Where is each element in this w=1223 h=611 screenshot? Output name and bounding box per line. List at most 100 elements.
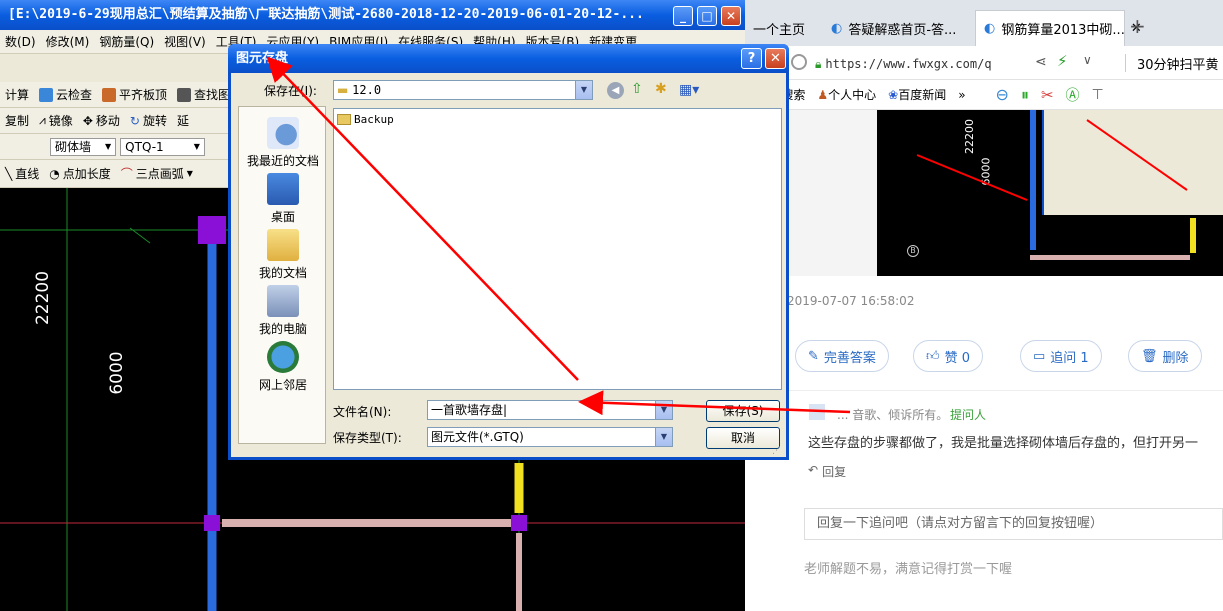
arc-label: 三点画弧 [135,167,184,181]
maximize-button[interactable]: □ [697,6,717,26]
question-image[interactable]: B 22200 6000 [787,110,1223,276]
dialog-title: 图元存盘 [236,51,289,66]
follow-up-button[interactable]: ▭ 追问 1 [1020,340,1102,372]
reply-link[interactable]: ↶ 回复 [808,463,846,480]
delete-button[interactable]: 🗑︎ 删除 [1128,340,1202,372]
lock-icon: 🔒︎ [815,56,822,71]
documents-folder-icon [267,229,299,261]
scissors-icon[interactable]: ✂ [1041,86,1054,104]
line-icon: ╲ [5,166,13,181]
save-in-value: 12.0 [352,83,382,97]
move-button[interactable]: ✥ 移动 [78,112,125,129]
align-slab-label: 平齐板顶 [119,88,168,102]
cad-title-bar: [E:\2019-6-29现用总汇\预结算及抽筋\广联达抽筋\测试-2680-2… [0,0,745,30]
button-label: 删除 [1162,350,1189,366]
minimize-button[interactable]: _ [673,6,693,26]
component-value: QTQ-1 [125,139,164,154]
extend-button[interactable]: 延 [172,112,194,129]
rotate-button[interactable]: ↻ 旋转 [125,112,172,129]
tab-favicon-icon: ◐ [984,21,996,36]
menu-item-modify[interactable]: 修改(M) [41,33,95,50]
place-label: 网上邻居 [258,378,307,392]
three-point-arc-button[interactable]: ⌒ 三点画弧 ▼ [116,165,198,182]
translate-icon[interactable]: Ⓐ [1066,85,1080,105]
point-length-label: 点加长度 [62,167,111,181]
improve-answer-button[interactable]: ✎ 完善答案 [795,340,889,372]
place-recent[interactable]: 我最近的文档 [239,117,327,169]
bookmark-baidu-news[interactable]: ❀百度新闻 [888,86,946,103]
tab-rebar[interactable]: ◐ 钢筋算量2013中砌... ✕ [975,10,1142,46]
column-node[interactable] [204,515,220,531]
line-label: 直线 [15,167,40,181]
bookmarks-more-button[interactable]: » [958,88,965,102]
chevron-down-icon: ▼ [193,142,200,151]
save-element-dialog: 图元存盘 ? ✕ 保存在(I): ▬ 12.0 ▼ ◀ ⇧ ✱ ▦▾ 我最近的文… [228,44,789,460]
view-menu-icon[interactable]: ▦▾ [679,82,699,98]
place-my-documents[interactable]: 我的文档 [239,229,327,281]
dialog-close-button[interactable]: ✕ [765,48,786,69]
filename-input[interactable]: 一首歌墙存盘| ▼ [427,400,673,420]
save-in-select[interactable]: ▬ 12.0 ▼ [333,80,593,100]
share-icon[interactable]: ⋖ [1035,54,1047,70]
tab-home[interactable]: 一个主页 [745,10,813,46]
url-text: https://www.fwxgx.com/q [825,57,992,71]
dim-label-total: 22200 [33,271,53,325]
chevron-down-icon: ▼ [655,401,672,419]
thumb-up-icon: 👍︎ [926,348,940,364]
binoculars-icon [177,87,192,102]
post-timestamp: 2019-07-07 16:58:02 [787,294,915,308]
reply-input[interactable]: 回复一下追问吧（请点对方留言下的回复按钮喔） [804,508,1223,540]
menu-item-view[interactable]: 视图(V) [159,33,211,50]
bookmark-user-center[interactable]: ♟个人中心 [817,86,876,103]
place-my-computer[interactable]: 我的电脑 [239,285,327,337]
file-item-folder[interactable]: Backup [337,113,394,126]
mirror-button[interactable]: ⩘ 镜像 [34,112,78,129]
minus-circle-icon[interactable]: ⊖ [996,85,1009,104]
place-network[interactable]: 网上邻居 [239,341,327,393]
cloud-check-button[interactable]: 云检查 [34,86,97,103]
chevron-down-icon: ▼ [105,142,112,151]
back-icon[interactable]: ◀ [607,82,624,99]
layer-select[interactable]: 砌体墙 ▼ [50,137,117,156]
commenter-name[interactable]: ... 音歌、倾诉所有。 [837,406,948,423]
save-in-label: 保存在(I): [264,84,317,98]
shirt-icon[interactable]: ⊤ [1092,87,1104,103]
pause-circle-icon[interactable]: ⏸︎ [1021,85,1029,105]
menu-item-draw[interactable]: 数(D) [0,33,41,50]
chevron-down-icon[interactable]: ∨ [1083,53,1092,67]
up-folder-icon[interactable]: ⇧ [631,81,643,97]
extend-label: 延 [176,114,189,128]
avatar[interactable] [809,404,825,420]
copy-button[interactable]: 复制 [0,112,34,129]
save-button[interactable]: 保存(S) [706,400,780,422]
filetype-label: 保存类型(T): [333,431,402,445]
help-button[interactable]: ? [741,48,762,69]
column-node[interactable] [511,515,527,531]
new-folder-icon[interactable]: ✱ [655,81,667,97]
cloud-check-icon [39,87,54,102]
mirror-label: 镜像 [48,114,73,128]
lightning-icon[interactable]: ⚡ [1057,52,1068,70]
url-field[interactable]: 🔒︎ https://www.fwxgx.com/q [815,54,1025,74]
filetype-select[interactable]: 图元文件(*.GTQ) ▼ [427,427,673,447]
like-button[interactable]: 👍︎ 赞 0 [913,340,983,372]
line-button[interactable]: ╲ 直线 [0,165,44,182]
menu-item-rebar[interactable]: 钢筋量(Q) [94,33,159,50]
point-length-button[interactable]: ◔ 点加长度 [44,165,116,182]
filename-value: 一首歌墙存盘| [431,403,508,417]
file-list[interactable]: Backup [333,108,782,390]
thumb-arrow [1086,119,1188,191]
resize-grip-icon[interactable]: ⋰ [772,446,781,456]
comment-icon: ▭ [1033,348,1046,364]
promo-text[interactable]: 30分钟扫平黄 [1137,54,1219,73]
new-tab-button[interactable]: + [1129,14,1146,38]
tab-qa[interactable]: ◐ 答疑解惑首页-答... [823,10,964,46]
component-select[interactable]: QTQ-1 ▼ [120,137,205,156]
close-button[interactable]: ✕ [721,6,741,26]
column-node[interactable] [198,216,226,244]
align-slab-top-button[interactable]: 平齐板顶 [97,86,172,103]
calc-button[interactable]: 计算 [0,86,34,103]
place-desktop[interactable]: 桌面 [239,173,327,225]
cancel-button[interactable]: 取消 [706,427,780,449]
edit-icon: ✎ [808,348,819,364]
